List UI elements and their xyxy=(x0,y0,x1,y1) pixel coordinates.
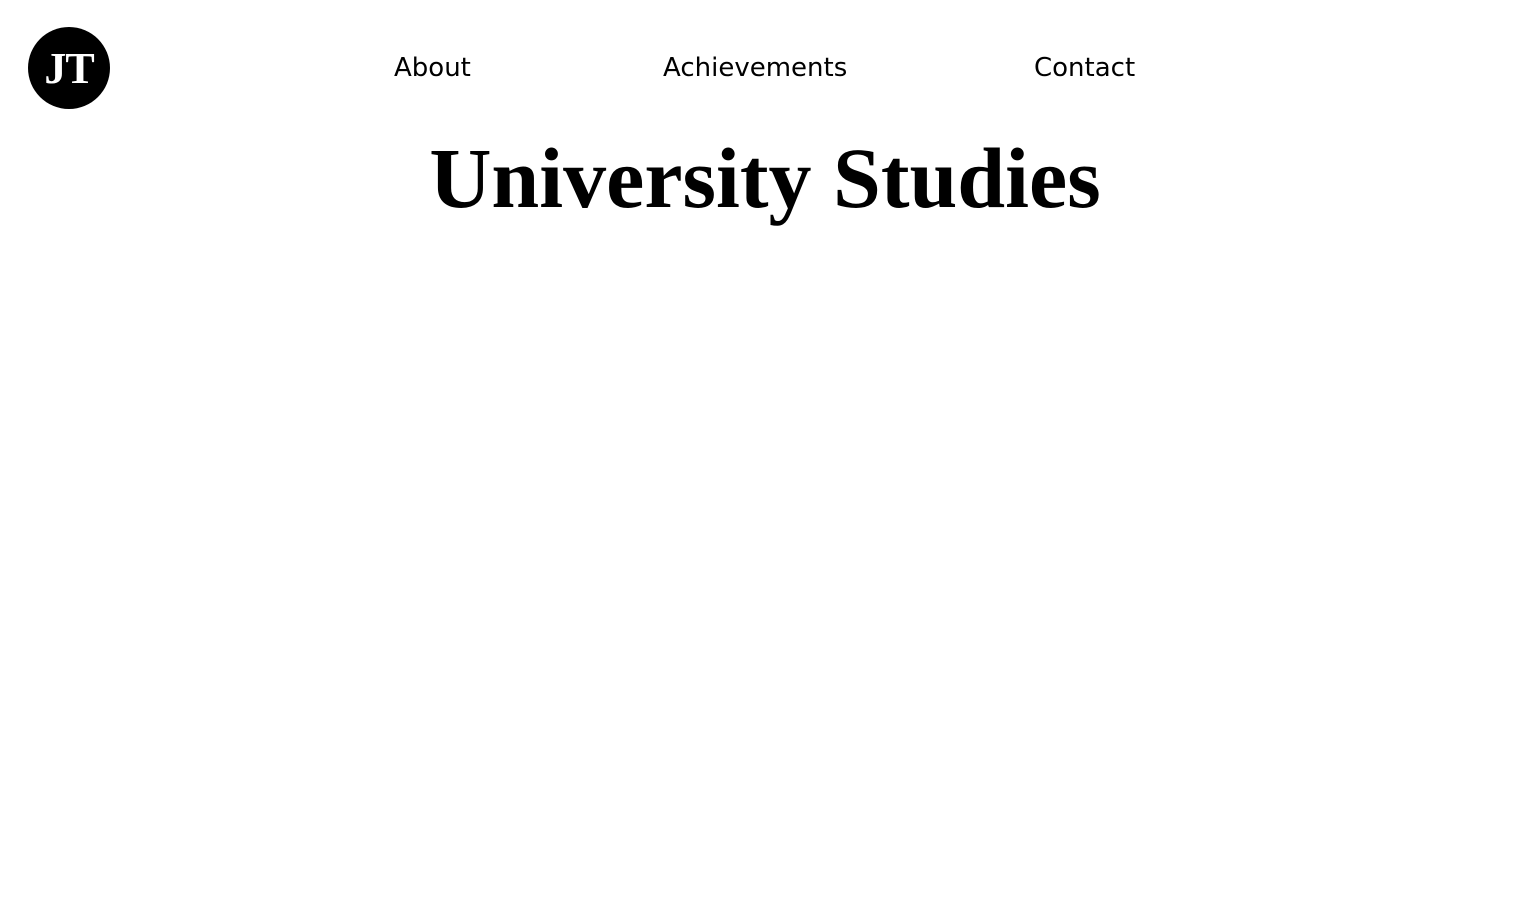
logo-link[interactable]: JT xyxy=(28,27,110,109)
page-title: University Studies xyxy=(429,130,1101,226)
nav-link-achievements[interactable]: Achievements xyxy=(663,52,847,84)
nav-link-contact[interactable]: Contact xyxy=(1034,52,1135,84)
nav-link-about[interactable]: About xyxy=(394,52,471,84)
logo-monogram: JT xyxy=(44,44,94,93)
